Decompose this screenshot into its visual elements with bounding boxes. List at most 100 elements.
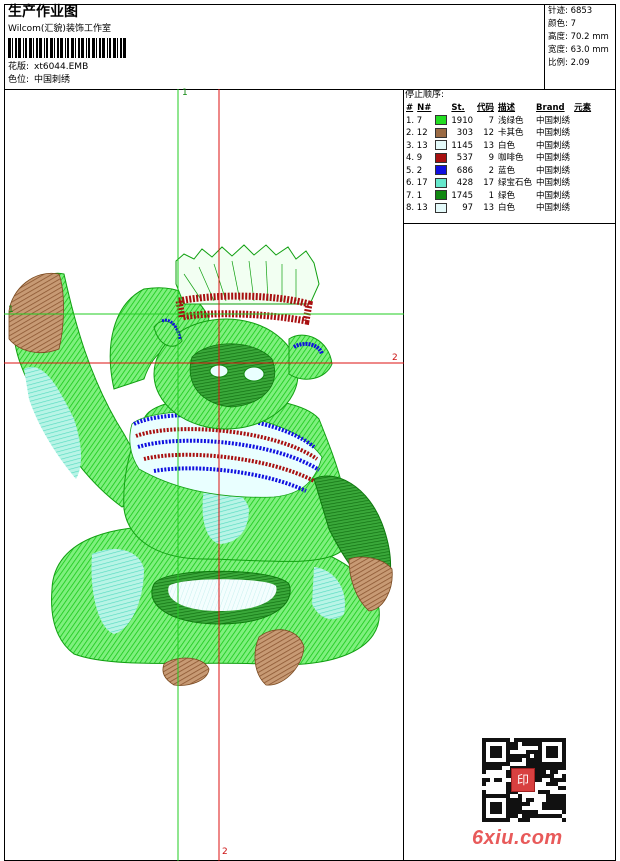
qr-module: [554, 778, 558, 782]
row-code: 9: [488, 153, 495, 163]
qr-module: [550, 802, 554, 806]
qr-module: [530, 798, 534, 802]
color-count: 颜色: 7: [548, 19, 576, 29]
qr-module: [534, 810, 538, 814]
barcode-bar: [50, 38, 53, 58]
row-stitches: 1910: [451, 115, 474, 126]
barcode-bar: [23, 38, 24, 58]
right-ear: [288, 334, 333, 380]
barcode-bar: [113, 38, 116, 58]
qr-module: [546, 774, 550, 778]
row-swatch: [433, 190, 449, 203]
qr-module: [558, 802, 562, 806]
row-stitches: 428: [456, 178, 474, 188]
barcode: [8, 38, 126, 58]
row-swatch: [433, 202, 449, 215]
barcode-bar: [109, 38, 111, 58]
qr-module: [490, 766, 494, 770]
design-value: xt6044.EMB: [34, 62, 89, 72]
qr-module: [554, 794, 558, 798]
row-element: [572, 115, 593, 128]
qr-module: [514, 746, 518, 750]
row-description: 浅绿色: [498, 115, 524, 126]
green-guide-top-label: 1: [182, 88, 188, 98]
barcode-bar: [107, 38, 108, 58]
table-row: 5. 2 686 2 蓝色 中国刺绣: [404, 165, 593, 178]
qr-module: [542, 790, 546, 794]
row-index: 2. 12: [406, 128, 428, 138]
qr-module: [538, 774, 542, 778]
barcode-bar: [44, 38, 45, 58]
color-label: 色位:: [8, 75, 30, 85]
qr-module: [558, 786, 562, 790]
row-element: [572, 190, 593, 203]
design-height: 高度: 70.2 mm: [548, 32, 609, 42]
qr-module: [510, 814, 514, 818]
barcode-bar: [86, 38, 87, 58]
qr-module: [514, 806, 518, 810]
qr-module: [534, 754, 538, 758]
row-brand: 中国刺绣: [536, 140, 571, 151]
row-description: 蓝色: [498, 165, 516, 176]
color-swatch: [435, 127, 448, 138]
barcode-bar: [12, 38, 13, 58]
row-code: 7: [488, 115, 495, 126]
barcode-bar: [8, 38, 11, 58]
qr-module: [518, 818, 522, 822]
barcode-bar: [120, 38, 122, 58]
qr-module: [550, 766, 554, 770]
qr-finder: [490, 802, 502, 814]
qr-module: [518, 738, 522, 742]
row-element: [572, 177, 593, 190]
qr-module: [526, 742, 530, 746]
color-swatch: [435, 165, 448, 175]
qr-module: [558, 814, 562, 818]
qr-module: [530, 762, 534, 766]
qr-module: [510, 802, 514, 806]
qr-module: [554, 806, 558, 810]
qr-module: [530, 750, 534, 754]
embroidery-drawing: [4, 89, 404, 861]
row-element: [572, 140, 593, 153]
qr-module: [562, 786, 566, 790]
row-swatch: [433, 115, 449, 128]
qr-module: [562, 778, 566, 782]
qr-module: [526, 762, 530, 766]
qr-finder: [546, 746, 558, 758]
right-foot: [254, 629, 305, 686]
barcode-bar: [39, 38, 42, 58]
qr-module: [482, 778, 486, 782]
qr-module: [534, 814, 538, 818]
row-index: 6. 17: [406, 178, 428, 188]
row-element: [572, 127, 593, 140]
qr-module: [526, 754, 530, 758]
design-ratio: 比例: 2.09: [548, 58, 590, 68]
barcode-bar: [75, 38, 76, 58]
row-description: 白色: [498, 140, 516, 151]
design-label: 花版:: [8, 62, 30, 72]
row-brand: 中国刺绣: [536, 165, 571, 176]
barcode-bar: [46, 38, 48, 58]
qr-module: [534, 750, 538, 754]
qr-module: [542, 774, 546, 778]
qr-module: [562, 818, 566, 822]
qr-module: [486, 778, 490, 782]
qr-module: [506, 782, 510, 786]
barcode-bar: [67, 38, 69, 58]
row-brand: 中国刺绣: [536, 203, 571, 213]
watermark-text: 6xiu.com: [472, 827, 563, 849]
qr-module: [546, 798, 550, 802]
qr-module: [506, 790, 510, 794]
qr-module: [522, 814, 526, 818]
qr-module: [546, 814, 550, 818]
qr-module: [522, 810, 526, 814]
qr-module: [538, 814, 542, 818]
row-index: 8. 13: [406, 203, 428, 213]
barcode-bar: [78, 38, 80, 58]
qr-module: [550, 806, 554, 810]
qr-module: [510, 742, 514, 746]
barcode-bar: [36, 38, 38, 58]
qr-module: [522, 818, 526, 822]
qr-module: [530, 814, 534, 818]
qr-finder: [490, 746, 502, 758]
